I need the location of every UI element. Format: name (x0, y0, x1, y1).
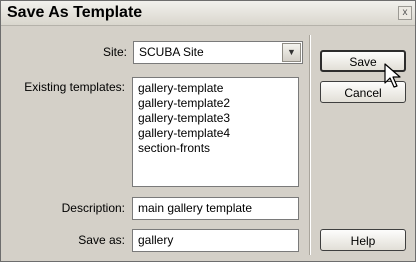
dialog-title: Save As Template (7, 4, 143, 21)
list-item[interactable]: gallery-template (138, 81, 223, 95)
list-item[interactable]: gallery-template4 (138, 126, 230, 140)
list-item[interactable]: gallery-template2 (138, 96, 230, 110)
description-label: Description: (61, 201, 125, 215)
site-select[interactable]: SCUBA Site ▼ (133, 41, 303, 64)
existing-templates-list[interactable]: gallery-template gallery-template2 galle… (132, 77, 299, 187)
help-button[interactable]: Help (320, 229, 406, 251)
list-item[interactable]: gallery-template3 (138, 111, 230, 125)
save-as-field[interactable]: gallery (132, 229, 299, 252)
description-value: main gallery template (138, 201, 253, 215)
chevron-down-icon[interactable]: ▼ (282, 43, 301, 62)
save-as-label: Save as: (78, 233, 125, 247)
title-bar[interactable]: Save As Template x (1, 1, 415, 26)
existing-templates-label: Existing templates: (24, 80, 125, 94)
description-field[interactable]: main gallery template (132, 197, 299, 220)
list-item[interactable]: section-fronts (138, 141, 210, 155)
save-as-value: gallery (138, 233, 174, 247)
site-select-value: SCUBA Site (139, 45, 204, 59)
vertical-divider (309, 35, 311, 255)
mouse-pointer-icon (384, 63, 401, 88)
close-icon[interactable]: x (398, 6, 412, 20)
save-as-template-dialog: Save As Template x Site: SCUBA Site ▼ Ex… (0, 0, 416, 262)
site-label: Site: (102, 45, 127, 59)
